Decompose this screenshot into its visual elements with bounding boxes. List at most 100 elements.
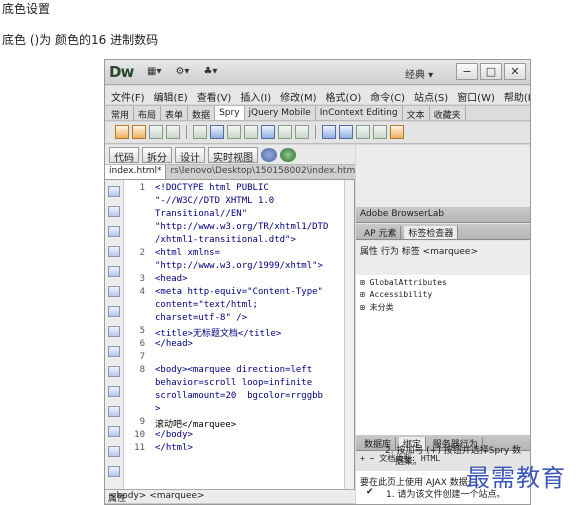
code-line: <!DOCTYPE html PUBLIC [155, 183, 269, 193]
tag-inspector-tabs[interactable]: 属性 行为 标签 <marquee> [360, 244, 478, 257]
spry-validation-checkbox-icon[interactable] [227, 125, 241, 139]
spry-collapsible-icon[interactable] [373, 125, 387, 139]
expand-all-icon[interactable] [108, 266, 120, 277]
design-view-button[interactable]: 设计 [175, 147, 205, 164]
dreamweaver-window: Dw ▦▾ ⚙▾ ♣▾ 经典 ▾ − □ ✕ 文件(F) 编辑(E) 查看(V)… [104, 59, 531, 505]
spry-validation-confirm-icon[interactable] [278, 125, 292, 139]
tab-ap-elements[interactable]: AP 元素 [360, 226, 402, 239]
tab-layout[interactable]: 布局 [134, 106, 162, 121]
code-line: <head> [155, 274, 188, 284]
document-tabs: index.html* rs\lenovo\Desktop\150158002\… [105, 165, 355, 180]
spry-validation-password-icon[interactable] [261, 125, 275, 139]
panel-dock-top [356, 145, 530, 207]
tab-index-html[interactable]: index.html* [105, 165, 167, 179]
spry-dataset-icon[interactable] [115, 125, 129, 139]
code-view-button[interactable]: 代码 [109, 147, 139, 164]
doc-description: 底色 ()为 颜色的16 进制数码 [2, 33, 159, 47]
workspace-switcher[interactable]: 经典 ▾ [405, 66, 433, 81]
select-parent-tag-icon[interactable] [108, 286, 120, 297]
window-controls: − □ ✕ [456, 63, 526, 80]
code-line: Transitional//EN" [155, 209, 248, 219]
spry-tooltip-icon[interactable] [390, 125, 404, 139]
menu-format[interactable]: 格式(O) [322, 86, 367, 104]
spry-menubar-icon[interactable] [322, 125, 336, 139]
tab-forms[interactable]: 表单 [161, 106, 189, 121]
spry-validation-text-icon[interactable] [193, 125, 207, 139]
spry-repeat-list-icon[interactable] [166, 125, 180, 139]
code-editor[interactable]: 1 2 3 4 5 6 7 8 9 10 11 <!DOCTYPE html P… [105, 180, 355, 489]
line-number: 10 [134, 430, 145, 440]
code-line: </body> [155, 430, 193, 440]
browserlab-panel-header[interactable]: Adobe BrowserLab [356, 207, 530, 223]
spry-accordion-icon[interactable] [356, 125, 370, 139]
tab-data[interactable]: 数据 [188, 106, 216, 121]
syntax-error-alerts-icon[interactable] [108, 366, 120, 377]
attr-group-uncategorized[interactable]: ⊞ 未分类 [360, 302, 394, 313]
spry-validation-radio-icon[interactable] [295, 125, 309, 139]
code-content[interactable]: <!DOCTYPE html PUBLIC "-//W3C//DTD XHTML… [155, 180, 353, 489]
code-line: "http://www.w3.org/1999/xhtml"> [155, 261, 323, 271]
spry-tabbed-panels-icon[interactable] [339, 125, 353, 139]
menu-commands[interactable]: 命令(C) [366, 86, 410, 104]
tab-favorites[interactable]: 收藏夹 [430, 106, 466, 121]
spry-validation-select-icon[interactable] [210, 125, 224, 139]
spry-region-icon[interactable] [132, 125, 146, 139]
menu-edit[interactable]: 编辑(E) [150, 86, 193, 104]
menu-window[interactable]: 窗口(W) [453, 86, 500, 104]
menu-site[interactable]: 站点(S) [410, 86, 453, 104]
wrap-tag-icon[interactable] [108, 426, 120, 437]
menu-file[interactable]: 文件(F) [107, 86, 150, 104]
document-toolbar: 代码 拆分 设计 实时视图 [105, 145, 355, 165]
menu-insert[interactable]: 插入(I) [236, 86, 276, 104]
menu-help[interactable]: 帮助(H) [500, 86, 530, 104]
live-view-button[interactable]: 实时视图 [208, 147, 258, 164]
tab-incontext-editing[interactable]: InContext Editing [316, 106, 403, 120]
browser-preview-icon[interactable] [280, 148, 296, 162]
recent-snippets-icon[interactable] [108, 446, 120, 457]
editor-scrollbar[interactable] [344, 180, 354, 489]
attr-group-global[interactable]: ⊞ GlobalAttributes [360, 278, 447, 287]
tab-common[interactable]: 常用 [107, 106, 135, 121]
open-documents-icon[interactable] [108, 186, 120, 197]
apply-comment-icon[interactable] [108, 386, 120, 397]
properties-label[interactable]: 属性 [108, 491, 126, 504]
collapse-selection-icon[interactable] [108, 246, 120, 257]
tab-spry[interactable]: Spry [215, 106, 245, 120]
split-view-button[interactable]: 拆分 [142, 147, 172, 164]
code-line: > [155, 404, 161, 414]
highlight-invalid-code-icon[interactable] [108, 346, 120, 357]
tab-jquery-mobile[interactable]: jQuery Mobile [245, 106, 316, 120]
show-code-navigator-icon[interactable] [108, 206, 120, 217]
ap-panel-header: AP 元素 标签检查器 [356, 224, 530, 240]
file-management-icon[interactable] [299, 148, 317, 162]
site-menu-icon[interactable]: ♣▾ [203, 66, 217, 77]
line-number: 5 [139, 326, 145, 336]
menu-modify[interactable]: 修改(M) [276, 86, 321, 104]
attr-group-accessibility[interactable]: ⊞ Accessibility [360, 290, 432, 299]
extend-menu-icon[interactable]: ⚙▾ [175, 66, 189, 77]
multiscreen-icon[interactable] [261, 148, 277, 162]
watermark-text: 最需教育 [466, 464, 566, 492]
code-line: <title>无标题文档</title> [155, 329, 282, 339]
remove-comment-icon[interactable] [108, 406, 120, 417]
spry-validation-textarea-icon[interactable] [244, 125, 258, 139]
balance-braces-icon[interactable] [108, 306, 120, 317]
check-page-icon[interactable] [320, 148, 338, 162]
line-number: 4 [139, 287, 145, 297]
tag-selector[interactable]: <body> <marquee> [105, 489, 355, 503]
move-css-icon[interactable] [108, 466, 120, 477]
close-button[interactable]: ✕ [504, 63, 526, 80]
spry-repeat-icon[interactable] [149, 125, 163, 139]
tab-text[interactable]: 文本 [403, 106, 430, 121]
code-line: </head> [155, 339, 193, 349]
code-line: <meta http-equiv="Content-Type" [155, 287, 323, 297]
minimize-button[interactable]: − [456, 63, 478, 80]
maximize-button[interactable]: □ [480, 63, 502, 80]
tab-tag-inspector[interactable]: 标签检查器 [404, 226, 459, 239]
code-line: <html xmlns= [155, 248, 221, 258]
collapse-tag-icon[interactable] [108, 226, 120, 237]
code-line: content="text/html; [155, 300, 258, 310]
line-numbers-icon[interactable] [108, 326, 120, 337]
layout-menu-icon[interactable]: ▦▾ [147, 66, 161, 77]
menu-view[interactable]: 查看(V) [193, 86, 237, 104]
